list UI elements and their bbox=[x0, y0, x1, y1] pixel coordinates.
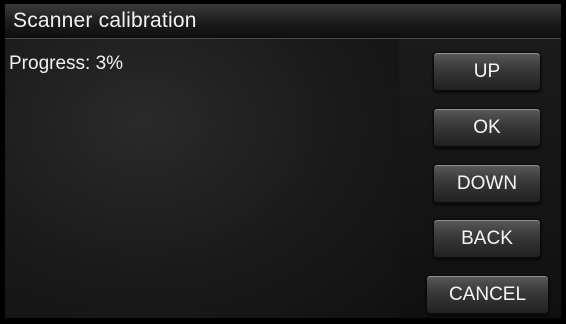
title-bar: Scanner calibration bbox=[5, 4, 561, 39]
down-button[interactable]: DOWN bbox=[433, 164, 541, 204]
status-panel: Progress: 3% bbox=[5, 39, 399, 318]
up-button[interactable]: UP bbox=[433, 52, 541, 92]
scanner-calibration-screen: Scanner calibration Progress: 3% UP OK D… bbox=[0, 0, 566, 324]
page-title: Scanner calibration bbox=[13, 9, 197, 32]
back-button[interactable]: BACK bbox=[433, 219, 541, 259]
progress-text: Progress: 3% bbox=[9, 53, 124, 74]
ok-button[interactable]: OK bbox=[433, 108, 541, 148]
cancel-button[interactable]: CANCEL bbox=[426, 275, 549, 315]
